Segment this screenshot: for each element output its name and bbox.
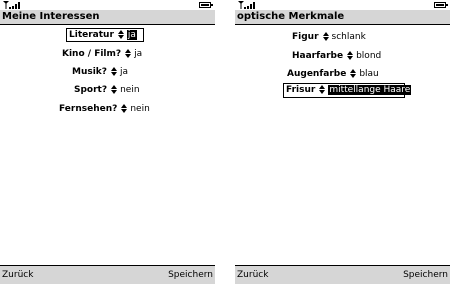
back-softkey[interactable]: Zurück bbox=[237, 266, 268, 284]
field-label: Musik? bbox=[72, 67, 108, 77]
field-label: Fernsehen? bbox=[59, 104, 118, 114]
choice-sport[interactable]: Sport? nein bbox=[74, 83, 140, 98]
choice-frisur[interactable]: Frisur mittellange Haare bbox=[283, 83, 412, 98]
choice-musik[interactable]: Musik? ja bbox=[72, 65, 128, 80]
save-softkey[interactable]: Speichern bbox=[168, 266, 213, 284]
up-down-arrows-icon[interactable] bbox=[110, 84, 118, 95]
field-label: Sport? bbox=[74, 85, 108, 95]
choice-literatur[interactable]: Literatur ja bbox=[66, 28, 144, 42]
signal-strength-icon bbox=[238, 1, 255, 9]
field-value[interactable]: ja bbox=[126, 30, 137, 40]
field-value[interactable]: blond bbox=[356, 51, 381, 61]
field-value[interactable]: blau bbox=[359, 69, 378, 79]
up-down-arrows-icon[interactable] bbox=[322, 31, 330, 42]
save-softkey[interactable]: Speichern bbox=[403, 266, 448, 284]
signal-strength-icon bbox=[3, 1, 20, 9]
appearance-form: Figur schlank Haarfarbe blond Augenfarbe bl… bbox=[235, 25, 450, 265]
softkey-bar: Zurück Speichern bbox=[235, 265, 450, 284]
screen-title: optische Merkmale bbox=[235, 10, 450, 25]
up-down-arrows-icon[interactable] bbox=[120, 103, 128, 114]
choice-haarfarbe[interactable]: Haarfarbe blond bbox=[292, 49, 381, 64]
battery-icon bbox=[199, 2, 213, 8]
field-label: Figur bbox=[292, 32, 319, 42]
choice-augenfarbe[interactable]: Augenfarbe blau bbox=[287, 67, 379, 82]
up-down-arrows-icon[interactable] bbox=[318, 84, 326, 95]
softkey-bar: Zurück Speichern bbox=[0, 265, 215, 284]
field-value[interactable]: ja bbox=[134, 49, 142, 59]
battery-icon bbox=[434, 2, 448, 8]
choice-figur[interactable]: Figur schlank bbox=[292, 30, 366, 45]
phone-screen-appearance: optische Merkmale Figur schlank Haarfarbe… bbox=[235, 0, 450, 284]
field-value[interactable]: ja bbox=[120, 67, 128, 77]
field-label: Literatur bbox=[69, 30, 114, 40]
up-down-arrows-icon[interactable] bbox=[110, 66, 118, 77]
field-value[interactable]: nein bbox=[120, 85, 139, 95]
choice-fernsehen[interactable]: Fernsehen? nein bbox=[59, 102, 150, 117]
field-value[interactable]: nein bbox=[130, 104, 149, 114]
field-value[interactable]: schlank bbox=[332, 32, 366, 42]
field-label: Augenfarbe bbox=[287, 69, 347, 79]
field-label: Haarfarbe bbox=[292, 51, 344, 61]
interests-form: Literatur ja Kino / Film? ja Musik? ja Spor… bbox=[0, 25, 215, 265]
up-down-arrows-icon[interactable] bbox=[124, 48, 132, 59]
field-label: Frisur bbox=[286, 85, 316, 95]
field-value[interactable]: mittellange Haare bbox=[328, 85, 412, 95]
status-bar bbox=[0, 0, 215, 10]
up-down-arrows-icon[interactable] bbox=[117, 29, 125, 40]
screen-title: Meine Interessen bbox=[0, 10, 215, 25]
choice-kino-film[interactable]: Kino / Film? ja bbox=[62, 47, 142, 62]
field-label: Kino / Film? bbox=[62, 49, 122, 59]
up-down-arrows-icon[interactable] bbox=[346, 50, 354, 61]
status-bar bbox=[235, 0, 450, 10]
back-softkey[interactable]: Zurück bbox=[2, 266, 33, 284]
phone-screen-interests: Meine Interessen Literatur ja Kino / Film… bbox=[0, 0, 215, 284]
up-down-arrows-icon[interactable] bbox=[349, 68, 357, 79]
